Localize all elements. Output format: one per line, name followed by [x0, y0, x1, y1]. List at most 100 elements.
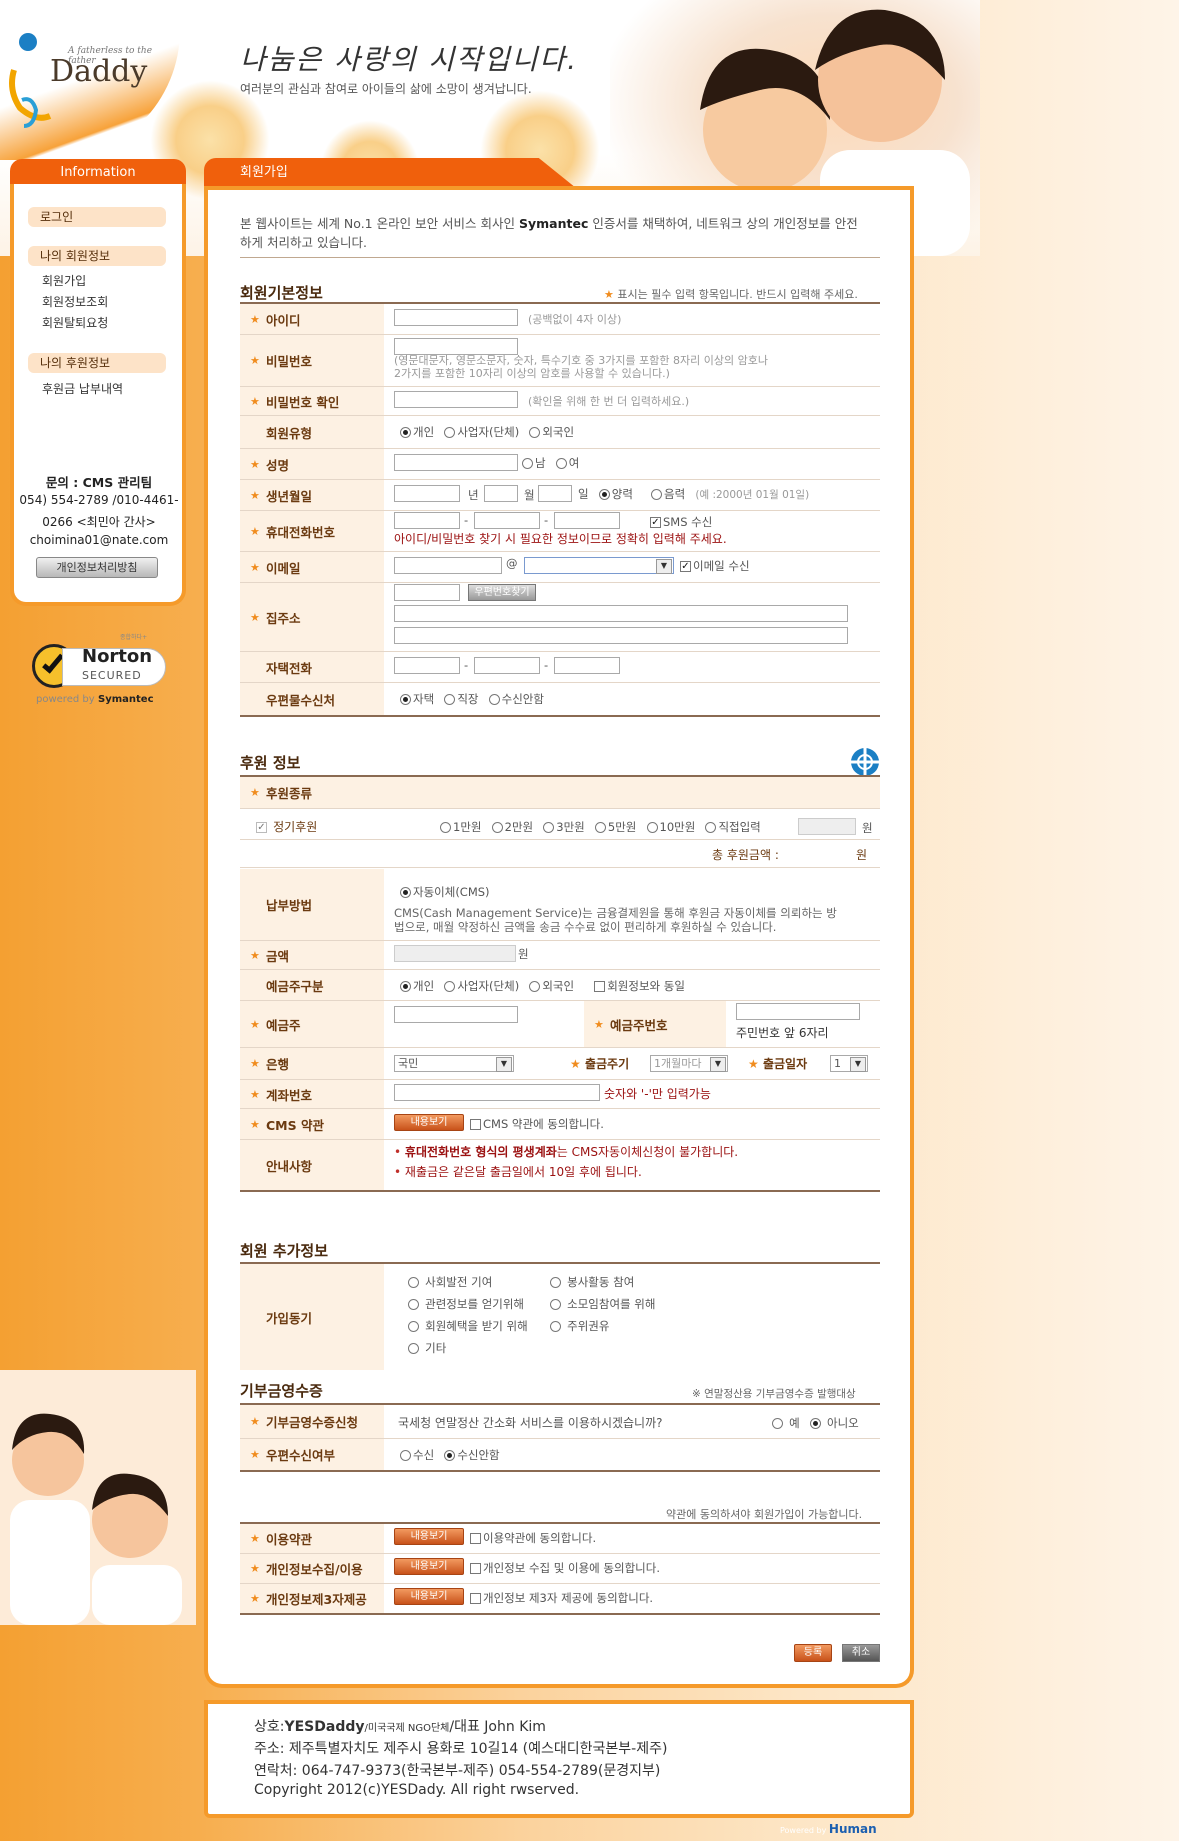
sidebar-item-withdraw[interactable]: 회원탈퇴요청 — [42, 314, 108, 331]
radio-amount-3[interactable] — [543, 822, 555, 833]
footer-company-type: /미국국제 NGO단체 — [364, 1723, 450, 1734]
label-cms-terms: CMS 약관 — [240, 1109, 384, 1139]
address-input-1[interactable] — [394, 605, 848, 622]
submit-button[interactable]: 등록 — [794, 1644, 832, 1662]
same-as-member-label: 회원정보와 동일 — [607, 979, 685, 993]
withdraw-cycle-select[interactable]: 1개월마다 — [650, 1055, 728, 1072]
terms-privacy-view-button[interactable]: 내용보기 — [394, 1558, 464, 1575]
home-phone-input-2[interactable] — [474, 657, 540, 674]
radio-amount-5[interactable] — [594, 822, 606, 833]
logo[interactable]: A fatherless to the father Daddy — [6, 30, 176, 130]
radio-receipt-no[interactable] — [809, 1418, 821, 1429]
sms-checkbox[interactable]: ✓ — [650, 517, 661, 528]
radio-no-recv[interactable] — [488, 694, 500, 705]
privacy-policy-button[interactable]: 개인정보처리방침 — [36, 557, 158, 578]
email-recv-checkbox[interactable]: ✓ — [680, 561, 691, 572]
radio-motive-4[interactable] — [550, 1299, 561, 1310]
cms-terms-view-button[interactable]: 내용보기 — [394, 1114, 464, 1131]
notice-1-bold: 휴대전화번호 형식의 평생계좌 — [404, 1145, 557, 1159]
intro-part-c: 하게 처리하고 있습니다. — [240, 235, 367, 250]
radio-holder-business[interactable] — [444, 981, 456, 992]
withdraw-day-select[interactable]: 1 — [830, 1055, 868, 1072]
radio-amount-2[interactable] — [491, 822, 503, 833]
terms-third-view-button[interactable]: 내용보기 — [394, 1588, 464, 1605]
birth-day-input[interactable] — [538, 485, 572, 502]
custom-amount-input[interactable] — [798, 818, 856, 835]
radio-motive-2[interactable] — [550, 1277, 561, 1288]
radio-work[interactable] — [444, 694, 456, 705]
regular-support-checkbox[interactable]: ✓ — [256, 822, 267, 833]
gender-options: 남 여 — [522, 455, 585, 471]
terms-use-view-button[interactable]: 내용보기 — [394, 1528, 464, 1545]
radio-motive-3[interactable] — [408, 1299, 419, 1310]
account-input[interactable] — [394, 1084, 600, 1101]
radio-male[interactable] — [522, 458, 533, 469]
radio-motive-5[interactable] — [408, 1321, 419, 1332]
terms-privacy-agree-checkbox[interactable] — [470, 1563, 481, 1574]
radio-amount-10[interactable] — [646, 822, 658, 833]
holder-no-input[interactable] — [736, 1003, 860, 1020]
radio-solar[interactable] — [598, 489, 610, 500]
mobile-input-1[interactable] — [394, 512, 460, 529]
radio-individual[interactable] — [400, 427, 411, 438]
zip-input[interactable] — [394, 584, 460, 601]
birth-month-input[interactable] — [484, 485, 518, 502]
mobile-input-2[interactable] — [474, 512, 540, 529]
radio-female[interactable] — [555, 458, 567, 469]
birth-year-input[interactable] — [394, 485, 460, 502]
amount-1: 1만원 — [453, 820, 482, 834]
terms-third-agree-checkbox[interactable] — [470, 1593, 481, 1604]
norton-badge[interactable]: 종합하다+ Norton SECURED powered by Symantec — [28, 632, 168, 712]
sidebar-item-member-info[interactable]: 회원정보조회 — [42, 293, 108, 310]
zip-search-button[interactable]: 우편번호찾기 — [468, 584, 536, 601]
motive-5: 회원혜택을 받기 위해 — [408, 1318, 534, 1334]
name-input[interactable] — [394, 454, 518, 471]
radio-amount-1[interactable] — [440, 822, 451, 833]
radio-holder-individual[interactable] — [400, 981, 411, 992]
amount-won-unit: 원 — [518, 947, 529, 961]
email-id-input[interactable] — [394, 557, 502, 574]
divider — [240, 257, 880, 258]
sidebar-login[interactable]: 로그인 — [28, 207, 166, 227]
dash: - — [464, 658, 469, 672]
birth-example: (예 :2000년 01월 01일) — [695, 489, 810, 501]
same-as-member-checkbox[interactable] — [594, 981, 606, 992]
email-at: @ — [506, 556, 518, 570]
radio-lunar[interactable] — [651, 489, 663, 500]
password-confirm-input[interactable] — [394, 391, 518, 408]
powered-by[interactable]: Powered by Human — [780, 1822, 877, 1836]
radio-motive-1[interactable] — [408, 1277, 419, 1288]
radio-foreigner[interactable] — [529, 427, 541, 438]
password-input[interactable] — [394, 338, 518, 355]
cms-desc-1: CMS(Cash Management Service)는 금융결제원을 통해 … — [394, 906, 837, 920]
radio-home[interactable] — [400, 694, 411, 705]
radio-receipt-yes[interactable] — [772, 1418, 783, 1429]
cms-description: CMS(Cash Management Service)는 금융결제원을 통해 … — [394, 906, 880, 934]
terms-use-agree-checkbox[interactable] — [470, 1533, 481, 1544]
radio-amount-custom[interactable] — [705, 822, 717, 833]
cms-agree-checkbox[interactable] — [470, 1119, 481, 1130]
sidebar-item-join[interactable]: 회원가입 — [42, 272, 86, 289]
cancel-button[interactable]: 취소 — [842, 1644, 880, 1662]
label-support-kind: 후원종류 — [240, 777, 880, 808]
label-holder-type: 예금주구분 — [240, 970, 384, 1000]
radio-mail-no-recv[interactable] — [444, 1450, 456, 1461]
radio-motive-7[interactable] — [408, 1343, 419, 1354]
address-input-2[interactable] — [394, 627, 848, 644]
mobile-input-3[interactable] — [554, 512, 620, 529]
holder-input[interactable] — [394, 1006, 518, 1023]
radio-holder-foreigner[interactable] — [529, 981, 541, 992]
amount-input[interactable] — [394, 945, 516, 962]
sidebar-item-payment-history[interactable]: 후원금 납부내역 — [42, 380, 123, 397]
radio-motive-6[interactable] — [550, 1321, 561, 1332]
email-domain-select[interactable] — [524, 557, 674, 574]
radio-auto-transfer[interactable] — [400, 887, 411, 898]
home-phone-input-3[interactable] — [554, 657, 620, 674]
radio-mail-recv[interactable] — [400, 1450, 411, 1461]
sidebar-my-member[interactable]: 나의 회원정보 — [28, 246, 166, 266]
sidebar-my-support[interactable]: 나의 후원정보 — [28, 353, 166, 373]
bank-select[interactable]: 국민 — [394, 1055, 514, 1072]
id-input[interactable] — [394, 309, 518, 326]
home-phone-input-1[interactable] — [394, 657, 460, 674]
radio-business[interactable] — [444, 427, 456, 438]
